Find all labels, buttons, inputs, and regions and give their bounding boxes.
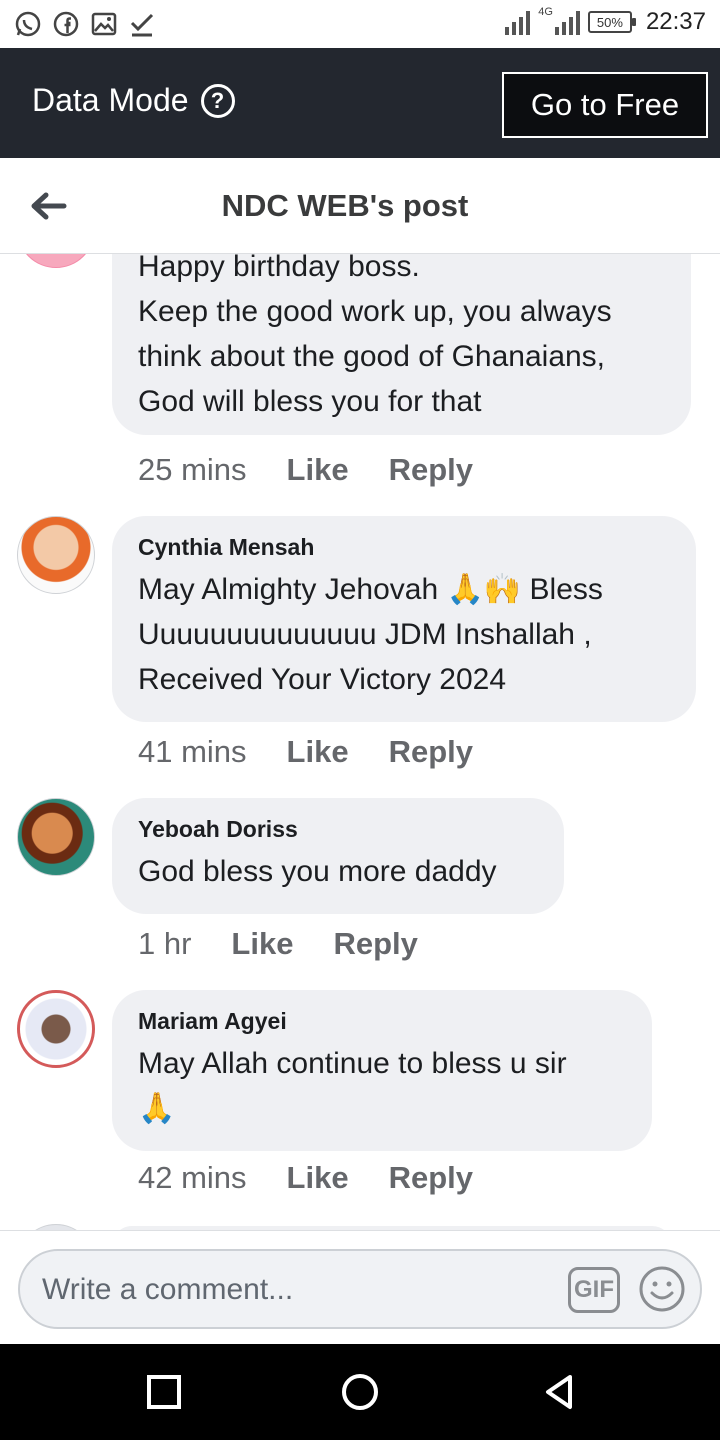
avatar[interactable] <box>17 798 95 876</box>
comment-bubble[interactable]: Cynthia Mensah May Almighty Jehovah 🙏🙌 B… <box>112 516 696 722</box>
comment-text-line: May Almighty Jehovah 🙏🙌 Bless <box>138 573 603 606</box>
data-mode-label-group[interactable]: Data Mode ? <box>32 82 235 119</box>
comment-text-line: Happy birthday boss. <box>138 254 420 283</box>
like-button[interactable]: Like <box>287 1160 349 1196</box>
battery-icon: 50% <box>587 11 636 33</box>
go-to-free-button[interactable]: Go to Free <box>502 72 708 138</box>
signal-icon <box>505 9 531 35</box>
reply-button[interactable]: Reply <box>389 1160 473 1196</box>
check-icon <box>128 10 156 38</box>
comment-meta: 25 mins Like Reply <box>138 452 473 488</box>
avatar[interactable] <box>17 254 95 268</box>
comment-list[interactable]: Happy birthday boss. Keep the good work … <box>0 254 720 1230</box>
back-triangle-icon[interactable] <box>540 1372 580 1412</box>
comment-bubble[interactable]: Mariam Agyei May Allah continue to bless… <box>112 990 652 1151</box>
comment-composer: Write a comment... GIF <box>0 1230 720 1344</box>
status-bar: 4G 50% 22:37 <box>0 0 720 48</box>
reply-button[interactable]: Reply <box>333 926 417 962</box>
comment-text-line: think about the good of Ghanaians, <box>138 340 606 373</box>
like-button[interactable]: Like <box>287 734 349 770</box>
comment-time: 1 hr <box>138 926 192 961</box>
comment-text-line: God will bless you for that <box>138 385 482 418</box>
avatar[interactable] <box>17 990 95 1068</box>
comment-bubble[interactable]: Yeboah Doriss God bless you more daddy <box>112 798 564 914</box>
status-system-icons: 4G 50% 22:37 <box>505 6 706 36</box>
clock: 22:37 <box>645 8 706 35</box>
data-mode-bar: Data Mode ? Go to Free <box>0 48 720 158</box>
facebook-icon <box>52 10 80 38</box>
status-notification-icons <box>14 10 156 38</box>
reply-button[interactable]: Reply <box>389 452 473 488</box>
comment-time: 41 mins <box>138 734 247 769</box>
gif-button[interactable]: GIF <box>568 1267 620 1313</box>
comment-meta: 42 mins Like Reply <box>138 1160 473 1196</box>
comment-text-line: Received Your Victory 2024 <box>138 663 507 696</box>
comment-time: 42 mins <box>138 1160 247 1195</box>
comment-text-line: May Allah continue to bless u sir <box>138 1047 567 1080</box>
system-nav-bar <box>0 1344 720 1440</box>
comment-text-line: Keep the good work up, you always <box>138 295 612 328</box>
avatar[interactable] <box>17 516 95 594</box>
comment-input-placeholder: Write a comment... <box>42 1273 294 1306</box>
comment-time: 25 mins <box>138 452 247 487</box>
network-type: 4G <box>538 6 553 18</box>
comment-author[interactable]: Mariam Agyei <box>138 1008 626 1035</box>
whatsapp-icon <box>14 10 42 38</box>
comment-text-line: Uuuuuuuuuuuuuu JDM Inshallah , <box>138 618 592 651</box>
comment-author[interactable]: Yeboah Doriss <box>138 816 538 843</box>
like-button[interactable]: Like <box>231 926 293 962</box>
comment-text-line: God bless you more daddy <box>138 855 497 888</box>
data-mode-label: Data Mode <box>32 82 189 118</box>
gallery-icon <box>90 10 118 38</box>
emoji-icon[interactable] <box>638 1265 686 1313</box>
comment-input[interactable]: Write a comment... GIF <box>18 1249 702 1329</box>
comment-meta: 41 mins Like Reply <box>138 734 473 770</box>
home-icon[interactable] <box>340 1372 380 1412</box>
reply-button[interactable]: Reply <box>389 734 473 770</box>
comment-bubble[interactable]: Happy birthday boss. Keep the good work … <box>112 254 691 435</box>
page-title: NDC WEB's post <box>221 188 469 223</box>
comment-text-line: 🙏 <box>138 1092 176 1125</box>
battery-level: 50% <box>596 14 623 30</box>
post-header: NDC WEB's post <box>0 158 720 254</box>
recent-apps-icon[interactable] <box>144 1372 184 1412</box>
comment-author[interactable]: Cynthia Mensah <box>138 534 670 561</box>
like-button[interactable]: Like <box>287 452 349 488</box>
comment-meta: 1 hr Like Reply <box>138 926 418 962</box>
signal-icon-2 <box>554 9 580 35</box>
help-icon[interactable]: ? <box>200 83 235 118</box>
